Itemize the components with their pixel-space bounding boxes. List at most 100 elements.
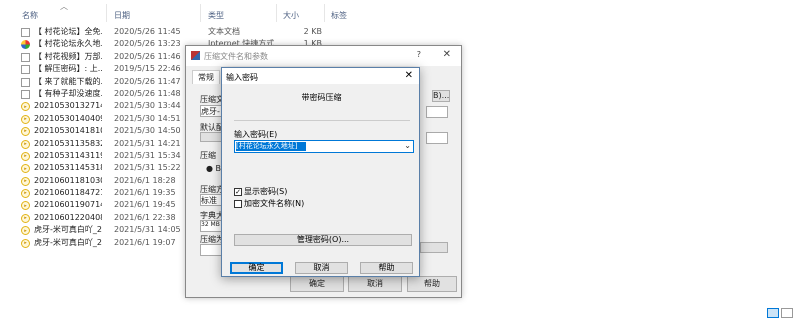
password-input[interactable]: [村花论坛永久地址] ⌄ <box>234 140 414 153</box>
large-icons-view-icon[interactable] <box>781 308 793 318</box>
file-name: 20210601190714_... <box>34 200 102 210</box>
sort-up-icon: ︿ <box>60 2 68 11</box>
video-file-icon: ▸ <box>21 189 30 199</box>
text-file-icon <box>21 89 30 99</box>
password-value: [村花论坛永久地址] <box>236 142 306 151</box>
video-file-icon: ▸ <box>21 102 30 112</box>
browse-button[interactable]: B)... <box>432 90 450 102</box>
file-name: 20210601181030_... <box>34 175 102 185</box>
file-date: 2021/6/1 22:38 <box>114 212 176 222</box>
file-name: 【 有种子却没速度... <box>34 88 102 98</box>
file-date: 2021/5/31 14:21 <box>114 138 181 148</box>
video-file-icon: ▸ <box>21 164 30 174</box>
file-name: 【 村花视频】万部... <box>34 51 102 61</box>
video-file-icon: ▸ <box>21 127 30 137</box>
file-date: 2021/5/30 13:44 <box>114 101 181 111</box>
video-file-icon: ▸ <box>21 238 30 248</box>
file-date: 2020/5/26 11:45 <box>114 27 181 36</box>
text-file-icon <box>21 52 30 62</box>
compression-method-field[interactable]: 标准 <box>200 194 222 206</box>
cancel-button[interactable]: 取消 <box>348 276 402 292</box>
file-date: 2021/5/31 15:34 <box>114 150 181 160</box>
file-name: 【 村花论坛永久地... <box>34 39 102 49</box>
manage-passwords-button[interactable]: 管理密码(O)... <box>234 234 412 246</box>
dictionary-size-field[interactable]: 32 MB <box>200 220 222 232</box>
file-name: 20210530141810_... <box>34 126 102 136</box>
checkbox-checked-icon: ✓ <box>234 187 242 196</box>
chevron-down-icon[interactable]: ⌄ <box>404 141 411 150</box>
file-name: 20210530140409_... <box>34 113 102 123</box>
file-date: 2019/5/15 22:46 <box>114 64 181 74</box>
checkbox-unchecked-icon <box>234 199 242 208</box>
file-date: 2021/5/31 15:22 <box>114 163 181 173</box>
file-name: 【 村花论坛】全免... <box>34 27 102 36</box>
ok-button[interactable]: 确定 <box>290 276 344 292</box>
ok-button[interactable]: 确定 <box>230 262 283 274</box>
file-name: 20210601184721_... <box>34 188 102 198</box>
internet-shortcut-icon <box>21 40 30 50</box>
file-name: 20210531135832_... <box>34 138 102 148</box>
file-date: 2021/5/30 14:51 <box>114 113 181 123</box>
video-file-icon: ▸ <box>21 114 30 124</box>
column-type[interactable]: 类型 <box>208 10 224 21</box>
separator <box>234 120 410 121</box>
winrar-icon <box>191 51 200 60</box>
update-mode-dropdown[interactable] <box>426 132 448 144</box>
video-file-icon: ▸ <box>21 226 30 236</box>
file-name: 虎牙-米可真白吖_2... <box>34 225 102 235</box>
file-date: 2021/6/1 19:35 <box>114 188 176 198</box>
file-name: 【 来了就能下载的... <box>34 76 102 86</box>
video-file-icon: ▸ <box>21 139 30 149</box>
column-tags[interactable]: 标签 <box>331 10 347 21</box>
profiles-button[interactable] <box>200 132 222 142</box>
help-icon[interactable]: ? <box>417 50 421 59</box>
password-group-title: 带密码压缩 <box>301 93 342 102</box>
archive-name-dropdown[interactable] <box>426 106 448 118</box>
enter-password-dialog: 输入密码 ✕ 带密码压缩 输入密码(E) [村花论坛永久地址] ⌄ ✓ 显示密码… <box>221 67 420 277</box>
video-file-icon: ▸ <box>21 176 30 186</box>
archive-dialog-title: 压缩文件名和参数 <box>204 52 268 61</box>
file-date: 2021/6/1 19:45 <box>114 200 176 210</box>
file-date: 2021/5/31 14:05 <box>114 225 181 235</box>
file-name: 20210530132714_... <box>34 101 102 111</box>
file-date: 2021/6/1 18:28 <box>114 175 176 185</box>
file-date: 2021/5/30 14:50 <box>114 126 181 136</box>
column-name[interactable]: 名称 <box>22 10 38 21</box>
update-mode-label: 压缩 <box>200 151 216 160</box>
file-date: 2020/5/26 11:46 <box>114 51 181 61</box>
column-size[interactable]: 大小 <box>283 10 299 21</box>
split-volumes-field[interactable] <box>200 244 222 256</box>
text-file-icon <box>21 77 30 87</box>
text-file-icon <box>21 28 30 37</box>
file-name: 虎牙-米可真白吖_2... <box>34 237 102 247</box>
file-name: 【 解压密码】: 上... <box>34 64 102 74</box>
archive-name-field[interactable]: 虎牙- <box>200 105 222 117</box>
password-label: 输入密码(E) <box>234 130 278 139</box>
file-name: 20210531145318_... <box>34 163 102 173</box>
help-button[interactable]: 帮助 <box>407 276 457 292</box>
video-file-icon: ▸ <box>21 213 30 223</box>
details-view-icon[interactable] <box>767 308 779 318</box>
video-file-icon: ▸ <box>21 151 30 161</box>
set-password-button[interactable] <box>420 242 448 253</box>
show-password-checkbox[interactable]: ✓ 显示密码(S) <box>234 186 287 197</box>
video-file-icon: ▸ <box>21 201 30 211</box>
archive-dialog-titlebar: 压缩文件名和参数 ? ✕ <box>186 46 461 66</box>
file-date: 2021/6/1 19:07 <box>114 237 176 247</box>
file-row[interactable]: 【 村花论坛】全免... 2020/5/26 11:45 文本文档 2 KB <box>0 26 340 38</box>
file-type: 文本文档 <box>208 27 240 36</box>
file-date: 2020/5/26 11:48 <box>114 88 181 98</box>
column-date[interactable]: 日期 <box>114 10 130 21</box>
view-switcher <box>767 308 793 318</box>
file-size: 2 KB <box>303 27 322 36</box>
help-button[interactable]: 帮助 <box>360 262 413 274</box>
close-icon[interactable]: ✕ <box>443 49 451 60</box>
close-icon[interactable]: ✕ <box>405 70 413 81</box>
password-dialog-titlebar: 输入密码 ✕ <box>222 68 419 84</box>
password-dialog-title: 输入密码 <box>226 73 258 82</box>
encrypt-filenames-checkbox[interactable]: 加密文件名称(N) <box>234 198 304 209</box>
file-name: 20210601220408_... <box>34 212 102 222</box>
cancel-button[interactable]: 取消 <box>295 262 348 274</box>
file-date: 2020/5/26 13:23 <box>114 39 181 49</box>
tab-general[interactable]: 常规 <box>192 70 220 84</box>
